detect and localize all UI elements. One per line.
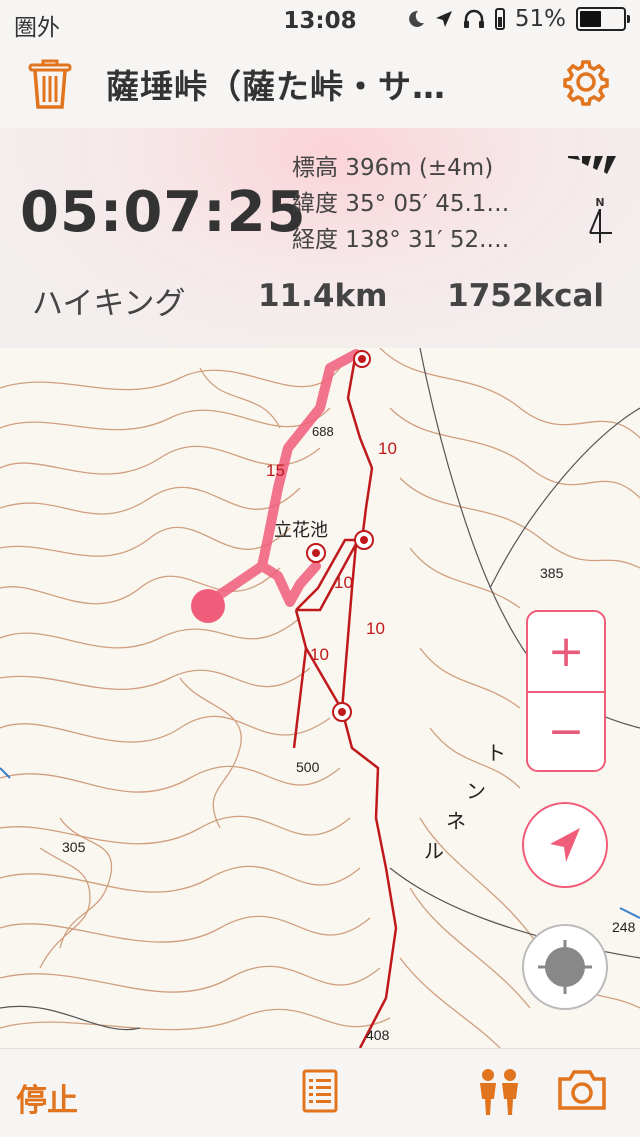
- info-panel: 05:07:25 標高 396m (±4m) 緯度 35° 05′ 45.1… …: [0, 128, 640, 348]
- waypoint-marker[interactable]: [306, 543, 326, 563]
- route-label: 10: [334, 573, 353, 592]
- status-bar: 圏外 13:08 51%: [0, 0, 640, 41]
- elevation-label: 408: [366, 1027, 390, 1043]
- zoom-in-button[interactable]: +: [528, 612, 604, 693]
- gear-icon[interactable]: [562, 58, 610, 110]
- track-title: 薩埵峠（薩た峠・サ…: [106, 67, 446, 106]
- elevation-label: 385: [540, 565, 564, 581]
- people-icon[interactable]: [474, 1067, 524, 1121]
- elapsed-time: 05:07:25: [20, 180, 307, 245]
- tunnel-label: ネ: [446, 811, 466, 833]
- headphones-icon: [463, 9, 484, 28]
- route-label: 10: [366, 619, 385, 638]
- status-right: 51%: [407, 6, 630, 32]
- elevation-text: 標高 396m (±4m): [292, 155, 494, 181]
- calories-value: 1752kcal: [447, 278, 604, 314]
- bottom-toolbar: 停止: [0, 1048, 640, 1137]
- moon-icon: [408, 10, 424, 27]
- activity-mode: ハイキング: [32, 286, 186, 322]
- elevation-label: 500: [296, 759, 320, 775]
- battery-percent: 51%: [514, 6, 566, 32]
- elevation-label: 248: [612, 919, 636, 935]
- nav-bar: 薩埵峠（薩た峠・サ…: [0, 40, 640, 129]
- current-position-marker: [191, 589, 225, 623]
- waypoint-marker[interactable]: [353, 350, 371, 368]
- compass-icon[interactable]: N: [586, 196, 614, 247]
- trash-icon[interactable]: [28, 58, 72, 114]
- battery-icon: [576, 7, 630, 31]
- distance-value: 11.4km: [258, 278, 388, 314]
- camera-icon[interactable]: [556, 1069, 608, 1115]
- waypoint-marker[interactable]: [332, 702, 352, 722]
- zoom-control: + −: [526, 610, 606, 772]
- tunnel-label: ン: [466, 781, 486, 803]
- route-label: 10: [378, 439, 397, 458]
- longitude-text: 経度 138° 31′ 52.…: [292, 227, 510, 253]
- place-label: 立花池: [274, 520, 328, 540]
- latitude-text: 緯度 35° 05′ 45.1…: [292, 191, 510, 217]
- signal-icon: [566, 152, 618, 180]
- waypoint-marker[interactable]: [354, 530, 374, 550]
- coordinates-block: 標高 396m (±4m) 緯度 35° 05′ 45.1… 経度 138° 3…: [292, 150, 509, 258]
- compass-north-label: N: [595, 196, 605, 209]
- map-view[interactable]: 立花池 10 10 10 10 15 385 500 305 248 408 6…: [0, 348, 640, 1048]
- stop-button[interactable]: 停止: [16, 1075, 78, 1120]
- list-icon[interactable]: [302, 1069, 338, 1117]
- battery-fill: [580, 11, 602, 27]
- bluetooth-battery-icon: [494, 8, 505, 30]
- tracking-icon[interactable]: [522, 924, 608, 1010]
- elevation-label: 688: [312, 424, 334, 439]
- tunnel-label: ル: [424, 841, 444, 863]
- location-arrow-icon[interactable]: [522, 802, 608, 888]
- tunnel-label: ト: [486, 743, 506, 765]
- route-label: 10: [310, 645, 329, 664]
- location-status-icon: [435, 11, 452, 27]
- elevation-label: 305: [62, 839, 86, 855]
- zoom-out-button[interactable]: −: [528, 692, 604, 771]
- route-label: 15: [266, 461, 285, 480]
